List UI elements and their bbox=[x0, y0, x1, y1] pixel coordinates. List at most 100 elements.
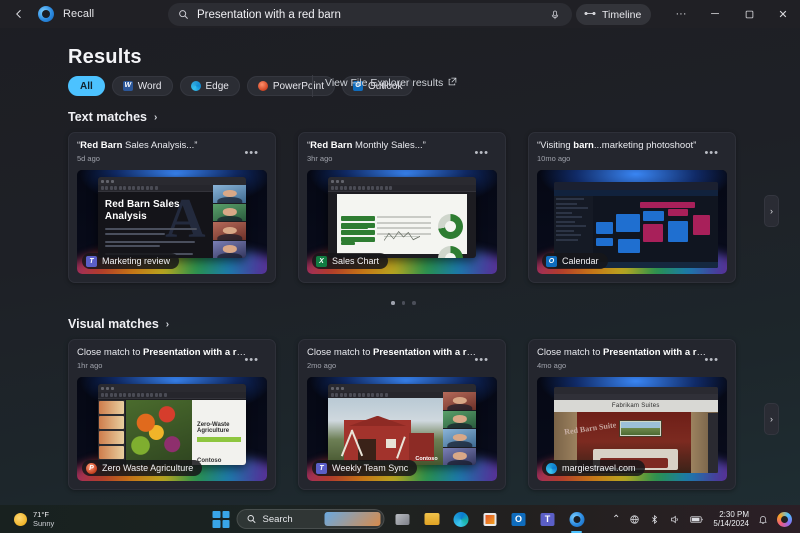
filter-pill-word[interactable]: Word bbox=[111, 76, 173, 96]
excel-window-preview bbox=[327, 177, 477, 259]
result-card-text-1[interactable]: “Red Barn Sales Analysis...” 5d ago ••• … bbox=[68, 132, 276, 283]
filter-pill-all[interactable]: All bbox=[68, 76, 105, 96]
result-card-visual-2[interactable]: Close match to Presentation with a red b… bbox=[298, 339, 506, 490]
word-icon bbox=[122, 81, 133, 91]
taskbar-clock[interactable]: 2:30 PM 5/14/2024 bbox=[713, 510, 749, 529]
scroll-right-visual-matches[interactable]: › bbox=[764, 403, 779, 435]
card-thumbnail-4[interactable]: Zero-Waste Agriculture Contoso Zero Wast… bbox=[77, 377, 267, 481]
card-menu-1[interactable]: ••• bbox=[244, 148, 259, 159]
weather-temp: 71°F bbox=[33, 510, 49, 519]
card-thumbnail-5[interactable]: Contoso Weekly Team Sync bbox=[307, 377, 497, 481]
card-thumbnail-1[interactable]: A Red Barn Sales Analysis T Marketing re… bbox=[77, 170, 267, 274]
teams-icon[interactable] bbox=[537, 508, 559, 530]
card-title-3: “Visiting barn...marketing photoshoot” bbox=[537, 140, 697, 151]
card-title-2: “Red Barn Monthly Sales...” bbox=[307, 140, 426, 151]
card-app-badge-6: margiestravel.com bbox=[542, 460, 645, 476]
card-menu-3[interactable]: ••• bbox=[704, 148, 719, 159]
battery-icon[interactable] bbox=[690, 515, 704, 524]
recall-icon[interactable] bbox=[566, 508, 588, 530]
card-menu-4[interactable]: ••• bbox=[244, 355, 259, 366]
result-card-text-2[interactable]: “Red Barn Monthly Sales...” 3hr ago ••• bbox=[298, 132, 506, 283]
search-icon bbox=[247, 514, 257, 524]
file-explorer-link-label: View File Explorer results bbox=[325, 77, 444, 89]
teams-barn-preview: Contoso bbox=[327, 384, 477, 466]
taskbar-search-label: Search bbox=[262, 513, 293, 525]
edge-icon[interactable] bbox=[450, 508, 472, 530]
result-card-visual-3[interactable]: Close match to Presentation with a red b… bbox=[528, 339, 736, 490]
external-link-icon bbox=[448, 77, 457, 89]
card-time-2: 3hr ago bbox=[307, 154, 333, 164]
page-title: Results bbox=[68, 46, 142, 68]
card-menu-5[interactable]: ••• bbox=[474, 355, 489, 366]
microphone-icon[interactable] bbox=[544, 5, 566, 25]
sun-icon bbox=[14, 512, 27, 526]
chevron-up-icon[interactable]: ⌃ bbox=[612, 514, 620, 525]
view-file-explorer-results-link[interactable]: View File Explorer results bbox=[325, 77, 457, 89]
section-title-visual-matches: Visual matches bbox=[68, 317, 159, 331]
card-thumbnail-6[interactable]: Fabrikam Suites Red Barn Suite margiestr… bbox=[537, 377, 727, 481]
taskbar-search-box[interactable]: Search bbox=[236, 509, 385, 529]
outlook-icon bbox=[546, 255, 557, 267]
chevron-right-icon[interactable]: › bbox=[154, 112, 157, 123]
timeline-icon bbox=[584, 9, 596, 21]
filter-pill-edge[interactable]: Edge bbox=[179, 76, 240, 96]
card-menu-6[interactable]: ••• bbox=[704, 355, 719, 366]
volume-icon[interactable] bbox=[669, 514, 681, 525]
card-thumbnail-3[interactable]: Calendar bbox=[537, 170, 727, 274]
card-app-badge-4: Zero Waste Agriculture bbox=[82, 460, 203, 476]
pagination-dots[interactable] bbox=[391, 301, 416, 305]
close-button[interactable]: ✕ bbox=[766, 0, 800, 28]
microsoft-store-icon[interactable] bbox=[479, 508, 501, 530]
outlook-icon[interactable] bbox=[508, 508, 530, 530]
task-view-icon[interactable] bbox=[392, 508, 414, 530]
search-bar[interactable] bbox=[168, 3, 572, 26]
network-icon[interactable] bbox=[629, 514, 640, 525]
card-menu-2[interactable]: ••• bbox=[474, 148, 489, 159]
card-app-badge-1: Marketing review bbox=[82, 253, 180, 269]
card-time-5: 2mo ago bbox=[307, 361, 337, 371]
card-title-6: Close match to Presentation with a red b… bbox=[537, 347, 727, 358]
teams-participants bbox=[213, 185, 247, 259]
copilot-icon[interactable] bbox=[777, 511, 792, 527]
slide-logo-5: Contoso bbox=[415, 456, 438, 463]
file-explorer-icon[interactable] bbox=[421, 508, 443, 530]
weather-widget[interactable]: 71°F Sunny bbox=[14, 510, 54, 528]
timeline-button[interactable]: Timeline bbox=[576, 4, 652, 25]
section-header-visual-matches: Visual matches › bbox=[68, 317, 169, 331]
powerpoint-window-preview: A Red Barn Sales Analysis bbox=[97, 177, 247, 259]
windows-taskbar: 71°F Sunny Search ⌃ bbox=[0, 505, 800, 533]
windows-start-icon[interactable] bbox=[212, 510, 230, 528]
filter-pill-powerpoint[interactable]: PowerPoint bbox=[246, 76, 335, 96]
result-card-visual-1[interactable]: Close match to Presentation with a red b… bbox=[68, 339, 276, 490]
result-card-text-3[interactable]: “Visiting barn...marketing photoshoot” 1… bbox=[528, 132, 736, 283]
system-tray: ⌃ 2:30 PM 5/14/2024 bbox=[612, 510, 792, 529]
card-badge-label-5: Weekly Team Sync bbox=[332, 463, 409, 473]
filter-label-all: All bbox=[80, 80, 93, 92]
powerpoint-agriculture-preview: Zero-Waste Agriculture Contoso bbox=[97, 384, 247, 466]
card-time-4: 1hr ago bbox=[77, 361, 103, 371]
minimize-button[interactable]: ─ bbox=[698, 0, 732, 28]
bluetooth-icon[interactable] bbox=[649, 514, 660, 525]
more-options-button[interactable]: ··· bbox=[664, 0, 698, 28]
powerpoint-icon bbox=[257, 81, 268, 91]
maximize-button[interactable] bbox=[732, 0, 766, 28]
filter-label-word: Word bbox=[137, 80, 162, 92]
text-matches-row: “Red Barn Sales Analysis...” 5d ago ••• … bbox=[68, 132, 736, 283]
card-time-6: 4mo ago bbox=[537, 361, 567, 371]
card-badge-label-4: Zero Waste Agriculture bbox=[102, 463, 194, 473]
slide-logo-4: Contoso bbox=[197, 458, 222, 465]
teams-participants bbox=[443, 392, 477, 466]
notification-bell-icon[interactable] bbox=[758, 514, 768, 525]
card-thumbnail-2[interactable]: Sales Chart bbox=[307, 170, 497, 274]
card-title-1: “Red Barn Sales Analysis...” bbox=[77, 140, 198, 151]
chevron-right-icon[interactable]: › bbox=[166, 319, 169, 330]
search-input[interactable] bbox=[197, 8, 544, 21]
back-arrow-icon[interactable] bbox=[4, 1, 34, 27]
filter-divider bbox=[312, 75, 313, 97]
card-app-badge-2: Sales Chart bbox=[312, 253, 389, 269]
search-highlight-thumbnail bbox=[324, 512, 381, 526]
slide-heading-4: Zero-Waste Agriculture bbox=[197, 422, 230, 435]
card-badge-label-1: Marketing review bbox=[102, 256, 171, 266]
taskbar-center-group: Search bbox=[212, 508, 588, 530]
scroll-right-text-matches[interactable]: › bbox=[764, 195, 779, 227]
